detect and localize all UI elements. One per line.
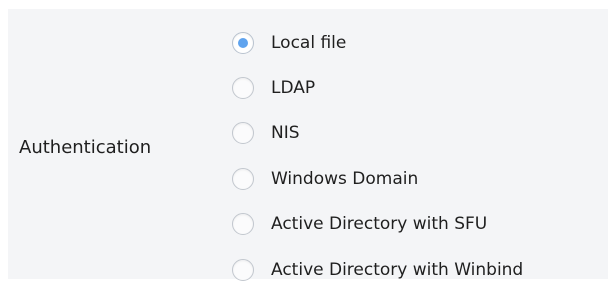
radio-button-ldap[interactable] <box>232 77 254 100</box>
radio-label-active-directory-winbind[interactable]: Active Directory with Winbind <box>271 259 523 281</box>
radio-option-local-file[interactable]: Local file <box>232 20 602 65</box>
radio-option-nis[interactable]: NIS <box>232 111 602 156</box>
radio-button-active-directory-sfu[interactable] <box>232 213 254 236</box>
radio-option-active-directory-sfu[interactable]: Active Directory with SFU <box>232 202 602 247</box>
radio-option-active-directory-winbind[interactable]: Active Directory with Winbind <box>232 247 602 292</box>
radio-label-active-directory-sfu[interactable]: Active Directory with SFU <box>271 213 487 235</box>
radio-label-windows-domain[interactable]: Windows Domain <box>271 168 418 190</box>
radio-button-nis[interactable] <box>232 122 254 145</box>
radio-button-active-directory-winbind[interactable] <box>232 258 254 281</box>
radio-label-local-file[interactable]: Local file <box>271 32 346 54</box>
radio-label-ldap[interactable]: LDAP <box>271 77 315 99</box>
radio-button-windows-domain[interactable] <box>232 167 254 190</box>
authentication-radio-group: Local file LDAP NIS Windows Domain Activ… <box>232 20 602 292</box>
radio-label-nis[interactable]: NIS <box>271 122 300 144</box>
authentication-label: Authentication <box>19 137 152 158</box>
radio-option-ldap[interactable]: LDAP <box>232 65 602 110</box>
authentication-panel: Authentication Local file LDAP NIS Windo… <box>8 9 608 281</box>
radio-button-local-file[interactable] <box>232 31 254 54</box>
radio-option-windows-domain[interactable]: Windows Domain <box>232 156 602 201</box>
